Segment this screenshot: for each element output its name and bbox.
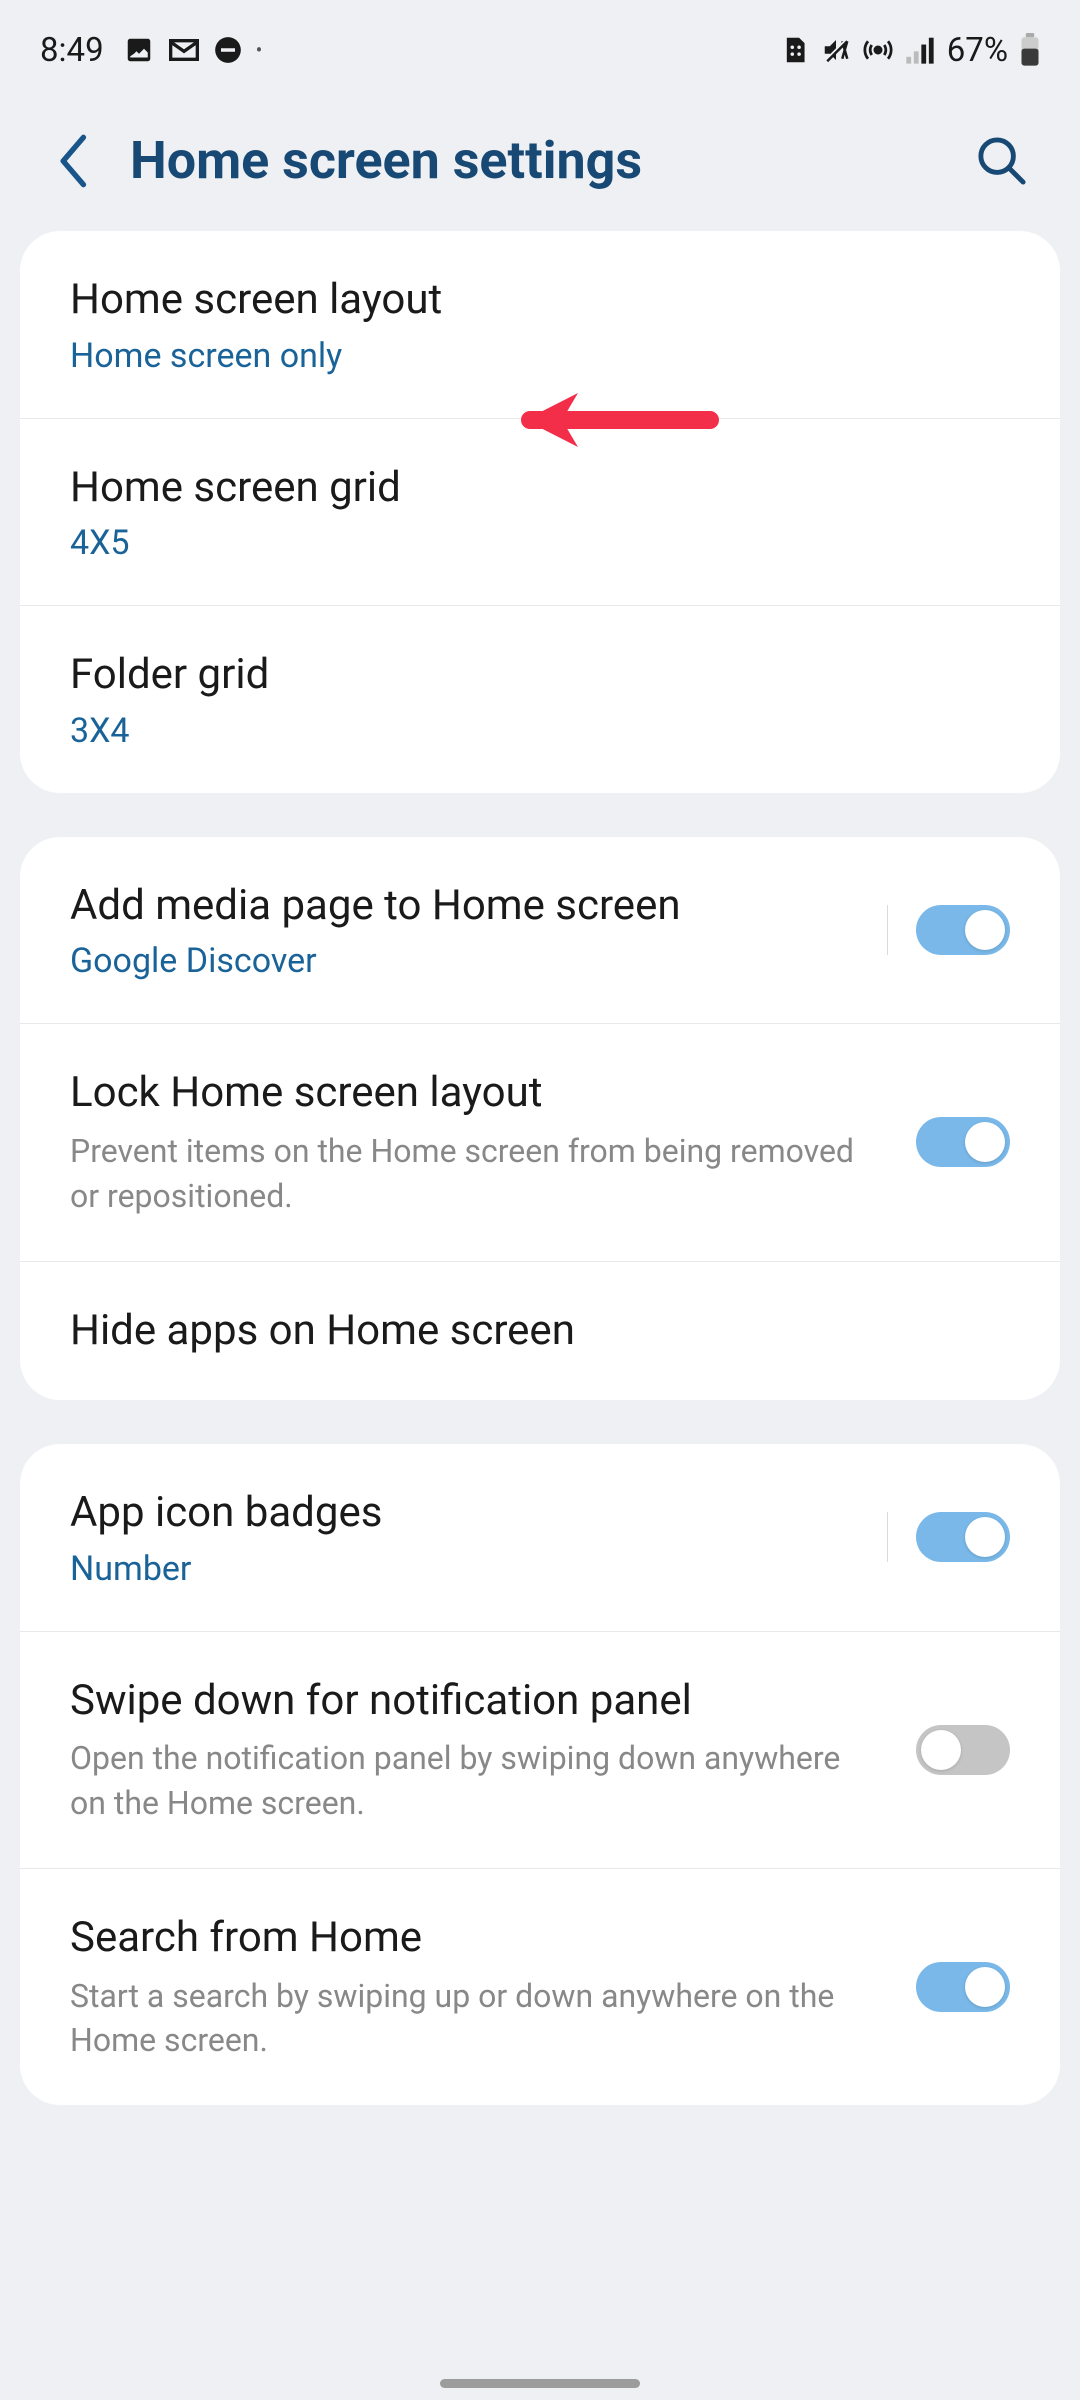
setting-subtitle: 4X5 bbox=[70, 523, 1010, 563]
setting-title: Home screen grid bbox=[70, 461, 1010, 516]
setting-description: Open the notification panel by swiping d… bbox=[70, 1736, 870, 1826]
setting-search-from-home[interactable]: Search from Home Start a search by swipi… bbox=[20, 1869, 1060, 2105]
setting-description: Prevent items on the Home screen from be… bbox=[70, 1129, 870, 1219]
status-right: 67% bbox=[781, 31, 1040, 70]
gesture-bar[interactable] bbox=[440, 2379, 640, 2388]
dnd-icon bbox=[214, 36, 242, 64]
setting-folder-grid[interactable]: Folder grid 3X4 bbox=[20, 606, 1060, 793]
setting-title: Add media page to Home screen bbox=[70, 879, 869, 934]
dot-icon: • bbox=[256, 38, 263, 62]
setting-app-icon-badges[interactable]: App icon badges Number bbox=[20, 1444, 1060, 1632]
battery-icon bbox=[1020, 33, 1040, 67]
status-time: 8:49 bbox=[40, 31, 104, 70]
toggle-app-icon-badges[interactable] bbox=[916, 1512, 1010, 1562]
hotspot-icon bbox=[863, 35, 893, 65]
image-icon bbox=[124, 35, 154, 65]
sim-icon bbox=[781, 35, 809, 65]
setting-swipe-notification[interactable]: Swipe down for notification panel Open t… bbox=[20, 1632, 1060, 1869]
toggle-search-from-home[interactable] bbox=[916, 1962, 1010, 2012]
setting-subtitle: Number bbox=[70, 1549, 869, 1589]
battery-percent: 67% bbox=[947, 31, 1008, 70]
setting-subtitle: 3X4 bbox=[70, 711, 1010, 751]
setting-lock-layout[interactable]: Lock Home screen layout Prevent items on… bbox=[20, 1024, 1060, 1261]
settings-group-2: Add media page to Home screen Google Dis… bbox=[20, 837, 1060, 1400]
header: Home screen settings bbox=[0, 100, 1080, 231]
search-button[interactable] bbox=[974, 133, 1030, 189]
page-title: Home screen settings bbox=[130, 130, 944, 191]
settings-group-3: App icon badges Number Swipe down for no… bbox=[20, 1444, 1060, 2105]
toggle-media-page[interactable] bbox=[916, 905, 1010, 955]
setting-title: Home screen layout bbox=[70, 273, 1010, 328]
setting-subtitle: Home screen only bbox=[70, 336, 1010, 376]
setting-media-page[interactable]: Add media page to Home screen Google Dis… bbox=[20, 837, 1060, 1025]
signal-icon bbox=[905, 36, 935, 64]
setting-description: Start a search by swiping up or down any… bbox=[70, 1974, 870, 2064]
setting-title: Search from Home bbox=[70, 1911, 870, 1966]
toggle-lock-layout[interactable] bbox=[916, 1117, 1010, 1167]
setting-title: Lock Home screen layout bbox=[70, 1066, 870, 1121]
setting-title: Folder grid bbox=[70, 648, 1010, 703]
back-button[interactable] bbox=[50, 136, 100, 186]
setting-hide-apps[interactable]: Hide apps on Home screen bbox=[20, 1262, 1060, 1401]
status-left: 8:49 • bbox=[40, 31, 262, 70]
settings-group-1: Home screen layout Home screen only Home… bbox=[20, 231, 1060, 793]
setting-subtitle: Google Discover bbox=[70, 941, 869, 981]
mute-icon bbox=[821, 35, 851, 65]
setting-title: Swipe down for notification panel bbox=[70, 1674, 870, 1729]
status-bar: 8:49 • 67% bbox=[0, 0, 1080, 100]
annotation-arrow bbox=[520, 380, 730, 464]
toggle-swipe-notification[interactable] bbox=[916, 1725, 1010, 1775]
setting-title: Hide apps on Home screen bbox=[70, 1304, 1010, 1359]
gmail-icon bbox=[168, 37, 200, 63]
setting-title: App icon badges bbox=[70, 1486, 869, 1541]
